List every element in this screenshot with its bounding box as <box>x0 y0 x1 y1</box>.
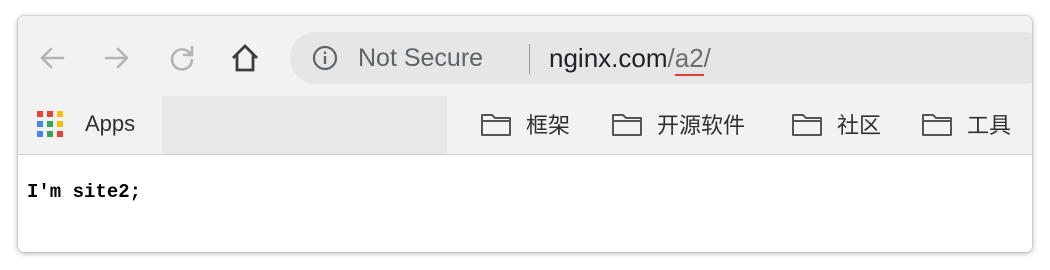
bookmark-label: 社区 <box>837 114 882 139</box>
screenshot-stage: Not Secure nginx.com/a2/ Apps 框架 开源软件 社区… <box>0 0 1050 270</box>
home-button[interactable] <box>227 40 263 76</box>
arrow-right-icon <box>104 47 129 69</box>
bookmark-folder-2[interactable]: 开源软件 <box>611 107 745 141</box>
back-button[interactable] <box>34 40 70 76</box>
bookmark-label: 开源软件 <box>657 114 746 139</box>
bookmark-label: 框架 <box>526 114 571 139</box>
forward-button[interactable] <box>99 40 135 76</box>
folder-icon <box>481 114 511 136</box>
folder-icon <box>792 114 822 136</box>
apps-label: Apps <box>85 111 136 136</box>
redacted-bookmarks <box>162 96 447 154</box>
folder-icon <box>612 114 642 136</box>
apps-grid-icon <box>37 111 63 137</box>
url-host: nginx.com <box>549 43 668 73</box>
apps-shortcut[interactable]: Apps <box>37 106 135 142</box>
browser-window: Not Secure nginx.com/a2/ Apps 框架 开源软件 社区… <box>18 16 1032 252</box>
bookmark-folder-3[interactable]: 社区 <box>791 107 881 141</box>
browser-toolbar: Not Secure nginx.com/a2/ <box>18 16 1032 96</box>
bookmark-folder-1[interactable]: 框架 <box>480 107 570 141</box>
bookmark-folder-4[interactable]: 工具 <box>921 107 1011 141</box>
bookmark-label: 工具 <box>967 114 1012 139</box>
arrow-left-icon <box>40 47 65 69</box>
bookmarks-bar: Apps 框架 开源软件 社区 工具 <box>18 96 1032 155</box>
url-text[interactable]: nginx.com/a2/ <box>549 43 711 76</box>
url-path-highlight: a2 <box>674 43 704 76</box>
reload-icon <box>170 45 194 71</box>
page-body-text: I'm site2; <box>27 181 142 203</box>
address-bar[interactable]: Not Secure nginx.com/a2/ <box>290 32 1032 84</box>
url-path-suffix: / <box>703 43 711 73</box>
reload-button[interactable] <box>164 40 200 76</box>
page-content: I'm site2; <box>18 155 1032 252</box>
omnibox-divider <box>529 44 530 74</box>
info-circle-icon[interactable] <box>312 45 338 71</box>
url-path-prefix: / <box>667 43 675 73</box>
folder-icon <box>922 114 952 136</box>
security-status-text[interactable]: Not Secure <box>358 44 483 72</box>
home-icon <box>232 44 258 72</box>
